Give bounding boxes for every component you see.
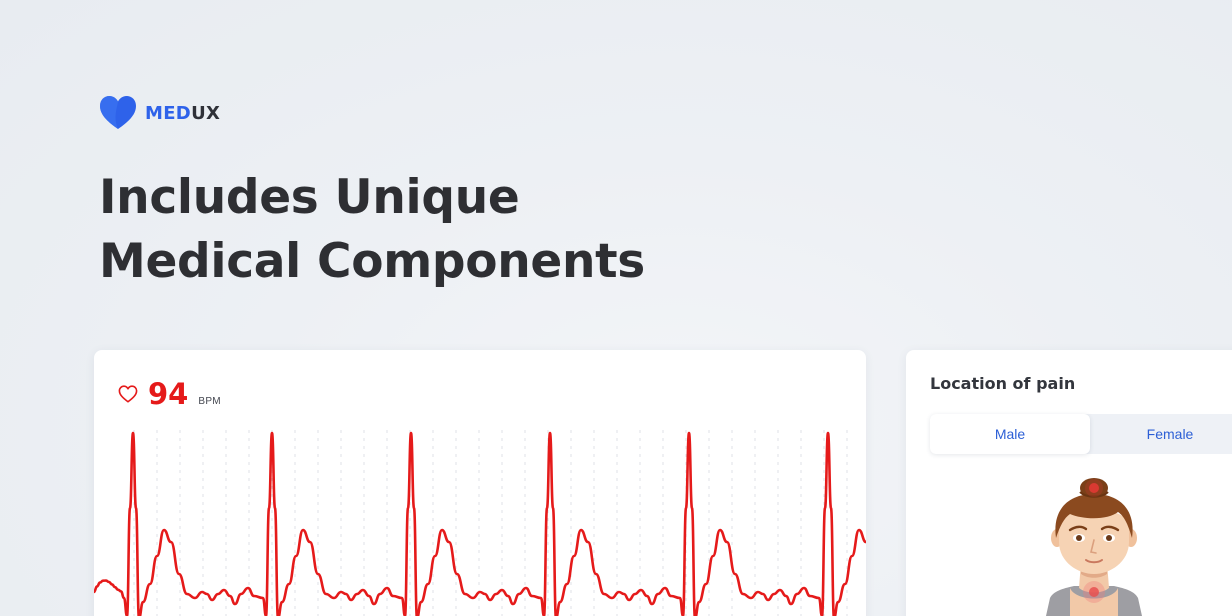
heart-rate-card: 94 BPM: [94, 350, 866, 616]
tab-male[interactable]: Male: [930, 414, 1090, 454]
heart-outline-icon: [118, 385, 138, 403]
brand-name: MEDUX: [145, 103, 220, 124]
ecg-waveform: [94, 430, 866, 616]
pain-location-title: Location of pain: [930, 374, 1076, 393]
heart-logo-icon: [100, 96, 136, 129]
pain-marker-head-halo: [1085, 479, 1103, 497]
page-headline: Includes Unique Medical Components: [99, 166, 645, 294]
pain-marker-neck: [1089, 587, 1099, 597]
brand-logo[interactable]: MEDUX: [100, 96, 220, 130]
ecg-trace: [94, 431, 866, 616]
brand-name-part2: UX: [191, 102, 221, 124]
bpm-value: 94: [148, 377, 189, 411]
body-figure[interactable]: [1024, 476, 1164, 616]
brand-name-part1: MED: [145, 102, 192, 124]
gender-toggle: Male Female: [930, 414, 1232, 454]
headline-line-1: Includes Unique: [99, 170, 520, 225]
tab-female[interactable]: Female: [1090, 414, 1232, 454]
heart-rate-readout: 94 BPM: [118, 378, 221, 410]
headline-line-2: Medical Components: [99, 234, 645, 289]
pain-location-card: Location of pain Male Female: [906, 350, 1232, 616]
bpm-unit: BPM: [198, 396, 221, 407]
